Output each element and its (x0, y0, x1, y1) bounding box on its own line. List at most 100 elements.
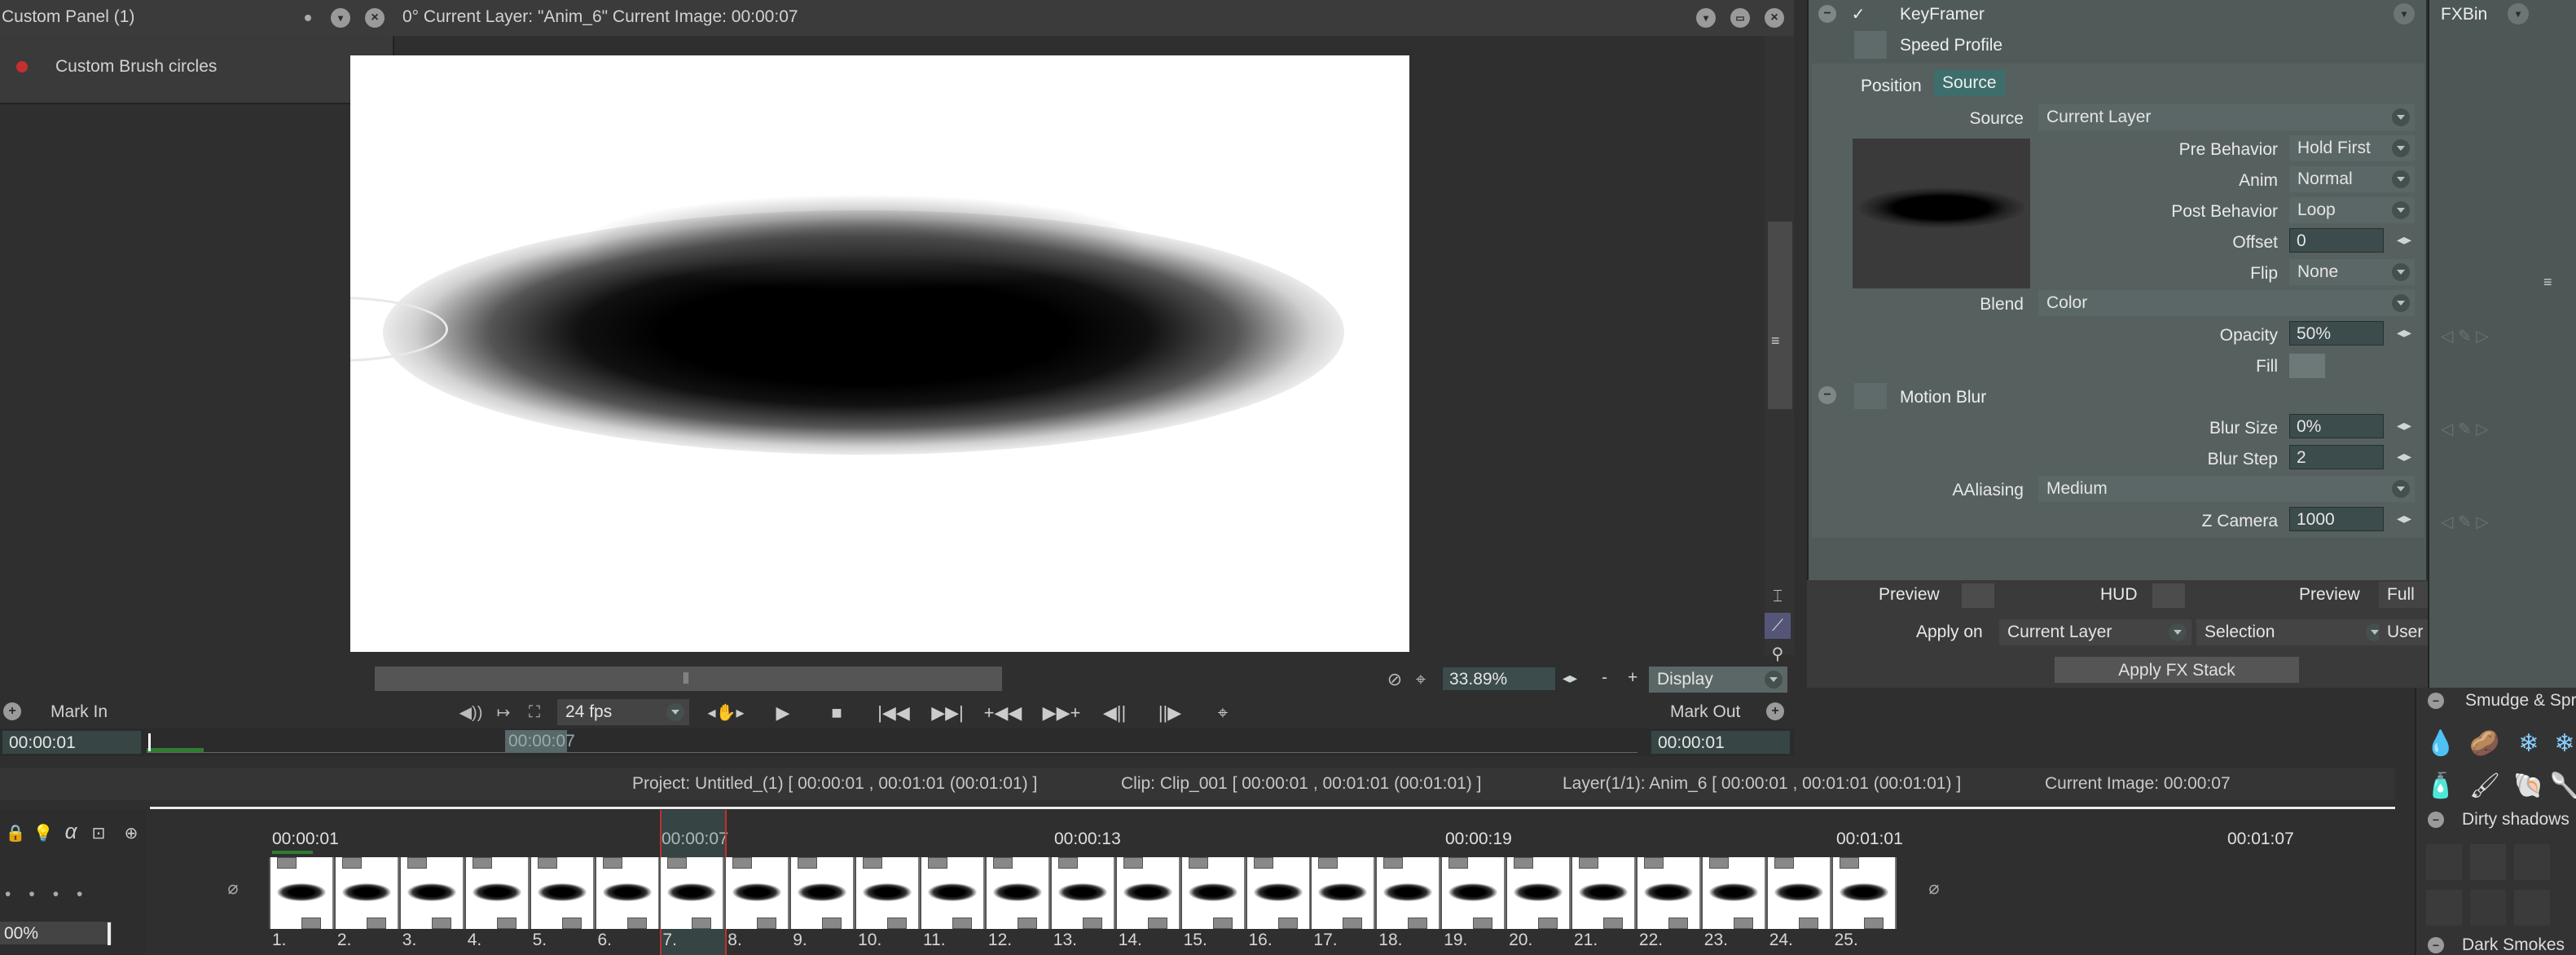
tube-icon[interactable]: 🧴 (2424, 769, 2457, 802)
play-icon[interactable]: ▶ (771, 701, 795, 725)
pin-icon[interactable]: ⌖ (1211, 701, 1235, 725)
panel-menu-icon[interactable]: ▾ (331, 8, 350, 28)
viewer-scrollbar[interactable]: ≡ (1765, 36, 1794, 655)
first-frame-icon[interactable]: |◀◀ (875, 701, 912, 725)
selection-dropdown[interactable]: Selection (2196, 619, 2389, 645)
prev-key-icon[interactable]: +◀◀ (981, 701, 1025, 725)
lock-icon[interactable]: 🔒 (5, 821, 26, 844)
offset-spin-icon[interactable]: ◂▸ (2397, 231, 2411, 249)
keyframer-menu-icon[interactable]: ▾ (2394, 3, 2415, 24)
zoom-out-button[interactable]: - (1602, 668, 1607, 688)
source-dropdown[interactable]: Current Layer (2038, 104, 2415, 130)
scrub-time-indicator[interactable]: 00:00:07 (505, 730, 575, 753)
strip-end-icon[interactable]: ⌀ (1923, 877, 1945, 900)
mark-out-add-icon[interactable]: + (1766, 702, 1784, 720)
anim-dropdown[interactable]: Normal (2289, 166, 2415, 192)
next-frame-icon[interactable]: ||▶ (1154, 701, 1186, 725)
dirty-swatch-3[interactable] (2514, 844, 2550, 880)
fill-swatch[interactable] (2289, 354, 2325, 378)
brush-icon[interactable]: 🖌 (2468, 769, 2501, 802)
opacity-key-icons[interactable]: ◁ ✎ ▷ (2441, 326, 2489, 346)
panel-dot-icon[interactable] (305, 15, 311, 21)
dark-collapse-icon[interactable]: − (2428, 937, 2444, 953)
dirty-swatch-2[interactable] (2470, 844, 2506, 880)
apply-on-dropdown[interactable]: Current Layer (1999, 619, 2191, 645)
texture-icon[interactable]: 🐚 (2512, 769, 2545, 802)
post-behavior-dropdown[interactable]: Loop (2289, 197, 2415, 223)
grip-icon[interactable]: ≡ (1771, 332, 1780, 350)
panel-close-icon[interactable]: × (365, 8, 385, 28)
light-bulb-icon[interactable]: 💡 (33, 821, 54, 844)
opacity-field[interactable]: 50% (2289, 321, 2384, 345)
alpha-icon[interactable]: α (60, 819, 81, 843)
dirty-collapse-icon[interactable]: − (2428, 812, 2444, 828)
viewer-maximize-icon[interactable]: ▭ (1730, 8, 1750, 28)
keyframer-check-icon[interactable]: ✓ (1849, 5, 1867, 24)
navigate-icon[interactable]: ⊘ (1383, 668, 1406, 691)
preview-toggle[interactable] (1962, 583, 1994, 608)
dirty-swatch-4[interactable] (2426, 890, 2462, 926)
speed-profile-swatch[interactable] (1854, 31, 1887, 59)
fxbin-menu-icon[interactable]: ▾ (2508, 3, 2529, 24)
dirty-swatch-6[interactable] (2514, 890, 2550, 926)
zoom-in-button[interactable]: + (1628, 668, 1637, 688)
flip-dropdown[interactable]: None (2289, 259, 2415, 285)
mark-in-add-icon[interactable]: + (3, 702, 21, 720)
viewer-close-icon[interactable]: × (1765, 8, 1784, 28)
scrub-track[interactable]: 00:00:07 (147, 730, 1637, 753)
h-scroll-grip-icon[interactable]: ⦀ (676, 668, 696, 689)
zoom-spin-icon[interactable]: ◂▸ (1563, 670, 1577, 687)
dirty-swatch-1[interactable] (2426, 844, 2462, 880)
motion-blur-collapse-icon[interactable]: − (1818, 386, 1836, 404)
texture-icon-2[interactable]: 🥄 (2549, 769, 2576, 802)
blur-size-field[interactable]: 0% (2289, 414, 2384, 438)
volume-icon[interactable]: ◀)) (459, 701, 483, 724)
pan-hand-icon[interactable]: ◂✋▸ (704, 701, 748, 724)
display-dropdown[interactable]: Display (1649, 667, 1787, 693)
blend-dropdown[interactable]: Color (2038, 290, 2415, 316)
water-drop-icon[interactable]: 💧 (2424, 727, 2457, 759)
stop-icon[interactable]: ■ (824, 701, 849, 725)
zoom-field[interactable]: 33.89% (1442, 667, 1556, 691)
tab-position[interactable]: Position (1861, 77, 1922, 96)
snowflake-icon-2[interactable]: ❄ (2552, 727, 2576, 759)
fxbin-grip-icon[interactable]: ≡ (2543, 274, 2552, 291)
next-key-icon[interactable]: ▶▶+ (1040, 701, 1084, 725)
z-camera-field[interactable]: 1000 (2289, 507, 2384, 531)
snowflake-icon[interactable]: ❄ (2512, 727, 2545, 759)
sponge-icon[interactable]: 🥔 (2468, 727, 2501, 759)
viewer-menu-icon[interactable]: ▾ (1696, 8, 1716, 28)
mark-out-time-field[interactable]: 00:00:01 (1651, 730, 1791, 755)
strip-start-icon[interactable]: ⌀ (222, 877, 244, 900)
zcam-key-icons[interactable]: ◁ ✎ ▷ (2441, 512, 2489, 532)
smudge-collapse-icon[interactable]: − (2428, 693, 2444, 709)
blur-size-spin-icon[interactable]: ◂▸ (2397, 417, 2411, 434)
canvas[interactable] (350, 55, 1409, 652)
last-frame-icon[interactable]: ▶▶| (929, 701, 966, 725)
fit-icon[interactable]: ⌶ (1765, 583, 1791, 610)
keyframer-collapse-icon[interactable]: − (1818, 5, 1836, 23)
select-icon[interactable]: ⊡ (88, 821, 109, 844)
fullscreen-icon[interactable]: ⛶ (523, 701, 546, 724)
motion-blur-toggle[interactable] (1854, 383, 1887, 409)
zoom-icon[interactable]: ⊕ (121, 821, 142, 844)
mark-in-time-field[interactable]: 00:00:01 (2, 730, 142, 755)
pre-behavior-dropdown[interactable]: Hold First (2289, 135, 2415, 161)
ruler-icon[interactable]: ⟋ (1765, 613, 1791, 639)
film-strip[interactable] (269, 857, 1897, 929)
offset-field[interactable]: 0 (2289, 228, 2384, 253)
z-camera-spin-icon[interactable]: ◂▸ (2397, 510, 2411, 527)
layer-opacity-field[interactable]: 00% (0, 921, 112, 945)
mark-out-button[interactable]: Mark Out (1670, 702, 1740, 722)
blur-key-icons[interactable]: ◁ ✎ ▷ (2441, 419, 2489, 439)
opacity-spin-icon[interactable]: ◂▸ (2397, 324, 2411, 341)
fps-dropdown[interactable]: 24 fps (557, 699, 689, 725)
mark-in-button[interactable]: Mark In (51, 702, 108, 722)
blur-step-field[interactable]: 2 (2289, 445, 2384, 469)
tab-source[interactable]: Source (1934, 70, 2005, 96)
hud-toggle[interactable] (2152, 583, 2185, 608)
apply-fx-stack-button[interactable]: Apply FX Stack (2055, 657, 2299, 683)
aaliasing-dropdown[interactable]: Medium (2038, 476, 2415, 502)
blur-step-spin-icon[interactable]: ◂▸ (2397, 448, 2411, 465)
custom-brush-item[interactable]: Custom Brush circles (55, 57, 217, 77)
